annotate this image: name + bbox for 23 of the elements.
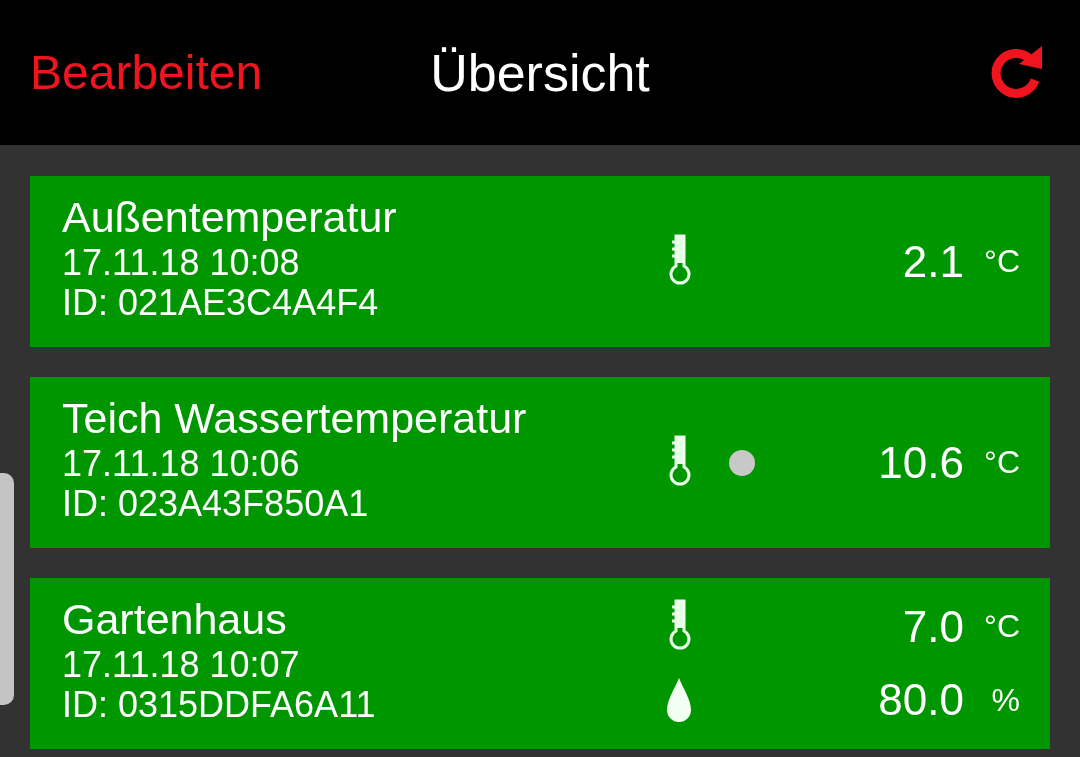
edge-handle[interactable] [0, 473, 14, 705]
reading-value: 2.1 [901, 236, 964, 287]
reading-unit: % [990, 681, 1020, 719]
screen-title: Übersicht [430, 42, 650, 103]
sensor-name: Teich Wassertemperatur [62, 394, 528, 444]
reading-unit: °C [983, 243, 1020, 280]
timestamp: 17.11.18 10:08 [62, 242, 301, 284]
sensor-id: ID: 021AE3C4A4F4 [62, 283, 380, 324]
reading-value: 80.0 [877, 675, 964, 726]
sensor-card[interactable]: Teich Wassertemperatur 17.11.18 10:06 ID: 023A43F850A1 10.6 °C [30, 377, 1050, 548]
reading-unit: °C [983, 608, 1020, 646]
reading-value: 7.0 [901, 601, 964, 652]
sensor-id: ID: 0315DDFA6A11 [62, 685, 377, 726]
sensor-card[interactable]: Außentemperatur 17.11.18 10:08 ID: 021AE3C4A4F4 2.1 °C [30, 176, 1050, 347]
sensor-name: Gartenhaus [62, 595, 288, 645]
sensor-card[interactable]: Gartenhaus 17.11.18 10:07 ID: 0315DDFA6A11 7.0 °C 80.0 % [30, 578, 1050, 749]
timestamp: 17.11.18 10:07 [62, 644, 301, 686]
reading-value: 10.6 [877, 437, 964, 488]
edit-button[interactable]: Bearbeiten [30, 45, 263, 100]
sensor-name: Außentemperatur [62, 193, 398, 243]
sensor-id: ID: 023A43F850A1 [62, 484, 370, 525]
reading-unit: °C [983, 444, 1020, 481]
timestamp: 17.11.18 10:06 [62, 443, 301, 485]
